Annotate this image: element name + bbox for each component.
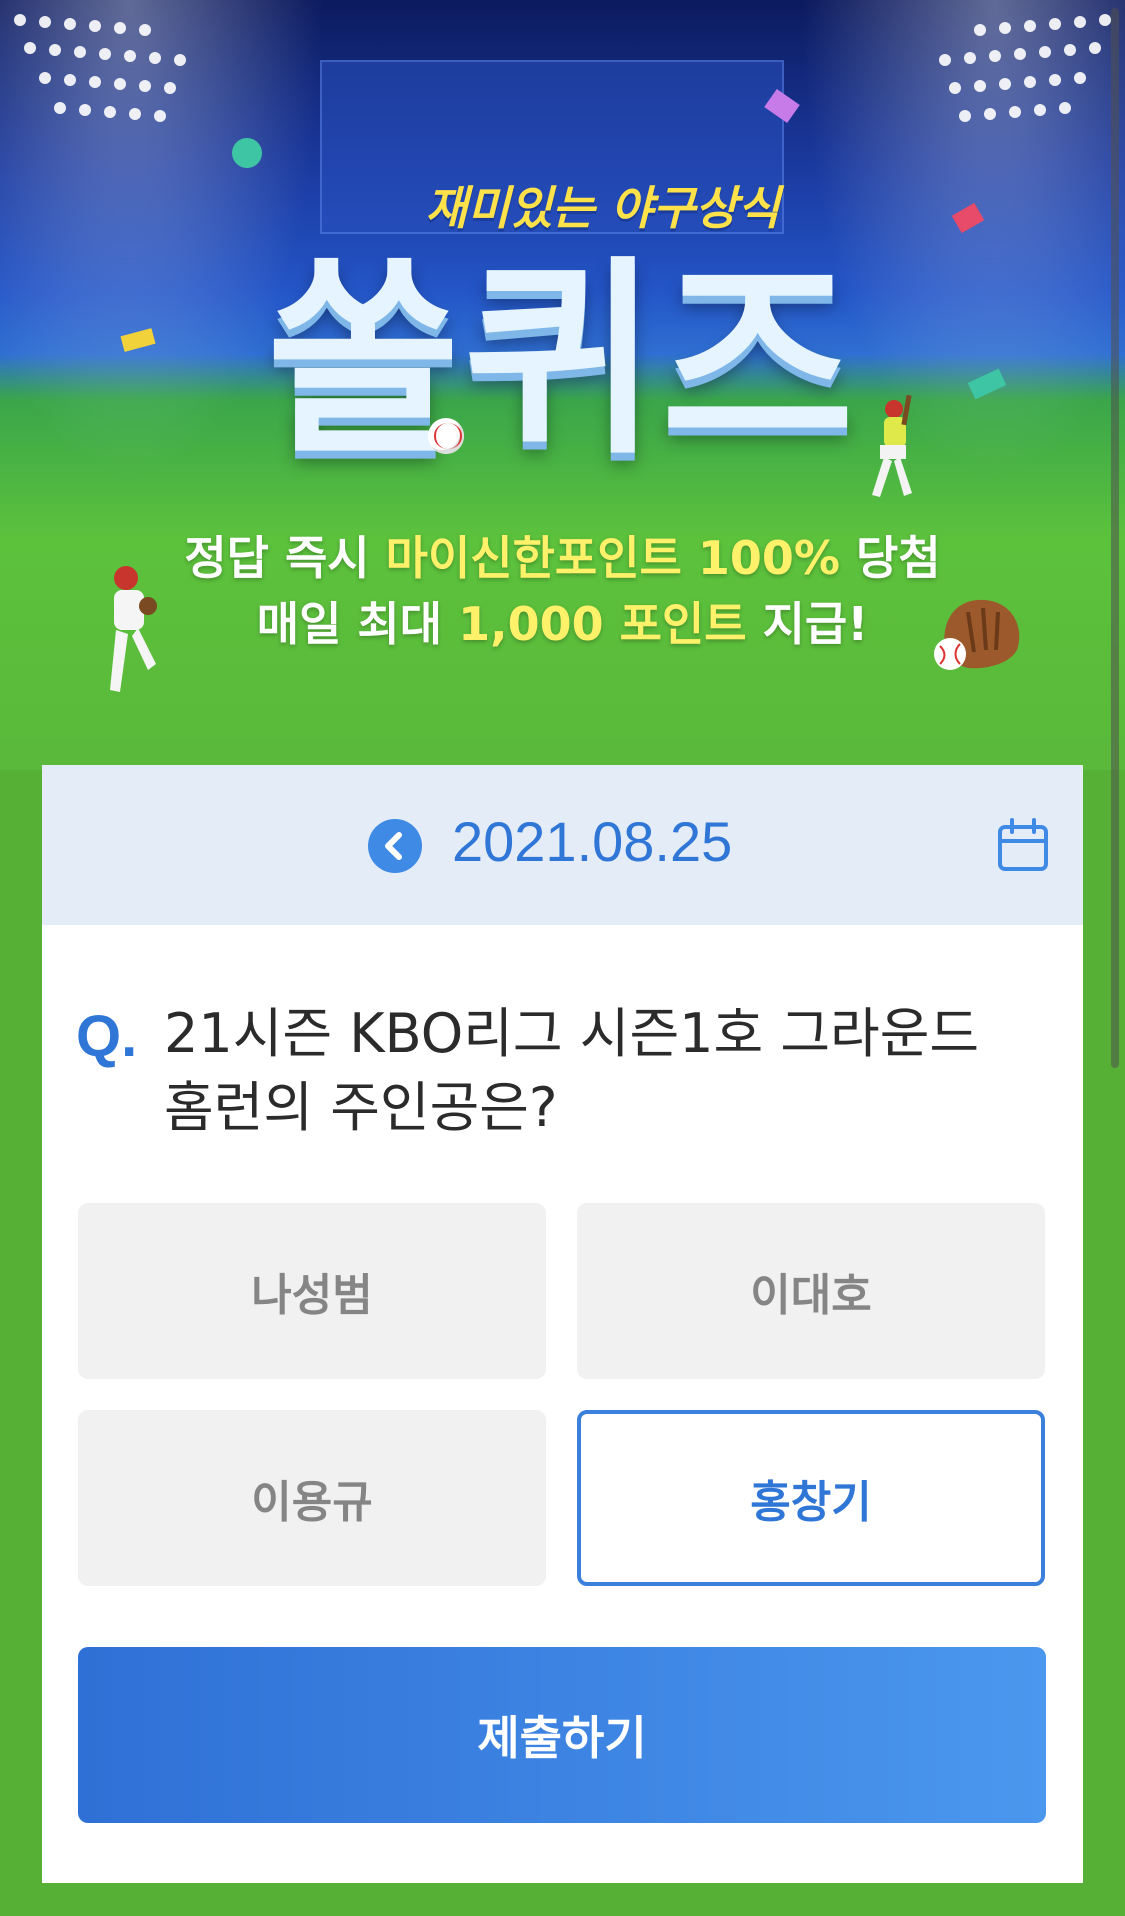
calendar-icon[interactable]: [996, 817, 1050, 873]
question-line: 21시즌 KBO리그 시즌1호 그라운드: [164, 1002, 980, 1065]
question-marker: Q.: [76, 1004, 138, 1069]
scrollbar[interactable]: [1111, 8, 1119, 1068]
question-line: 홈런의 주인공은?: [164, 1076, 558, 1139]
question-text: 21시즌 KBO리그 시즌1호 그라운드 홈런의 주인공은?: [164, 997, 1044, 1145]
hero-promo-text: 당첨: [840, 531, 941, 585]
answer-option[interactable]: 나성범: [78, 1203, 546, 1379]
answer-option[interactable]: 이대호: [577, 1203, 1045, 1379]
quiz-card: 2021.08.25 Q. 21시즌 KBO리그 시즌1호 그라운드 홈런의 주…: [42, 765, 1083, 1883]
answer-option[interactable]: 이용규: [78, 1410, 546, 1586]
date-bar: 2021.08.25: [42, 765, 1083, 925]
hero-promo-highlight: 1,000 포인트: [458, 597, 747, 651]
hero-promo-line-1: 정답 즉시 마이신한포인트 100% 당첨: [0, 522, 1125, 588]
baseball-icon: [428, 418, 464, 454]
hero-promo-text: 지급!: [746, 597, 869, 651]
hero-promo-text: 매일 최대: [256, 597, 459, 651]
hero-promo-line-2: 매일 최대 1,000 포인트 지급!: [0, 588, 1125, 654]
hero-promo-highlight: 마이신한포인트 100%: [385, 531, 841, 585]
hero-promo-text: 정답 즉시: [184, 531, 386, 585]
confetti: [232, 138, 262, 168]
batter-illustration: [860, 394, 920, 505]
chevron-left-icon[interactable]: [368, 819, 422, 873]
hero-title: 쏠퀴즈: [266, 238, 859, 483]
quiz-date: 2021.08.25: [452, 810, 733, 873]
submit-button[interactable]: 제출하기: [78, 1647, 1046, 1823]
answer-option-selected[interactable]: 홍창기: [577, 1410, 1045, 1586]
stadium-lights-left: [0, 0, 260, 200]
stadium-lights-right: [865, 0, 1125, 200]
hero-banner: 재미있는 야구상식 쏠퀴즈 정답 즉시 마이신한포인트 100% 당첨 매일 최…: [0, 0, 1125, 770]
